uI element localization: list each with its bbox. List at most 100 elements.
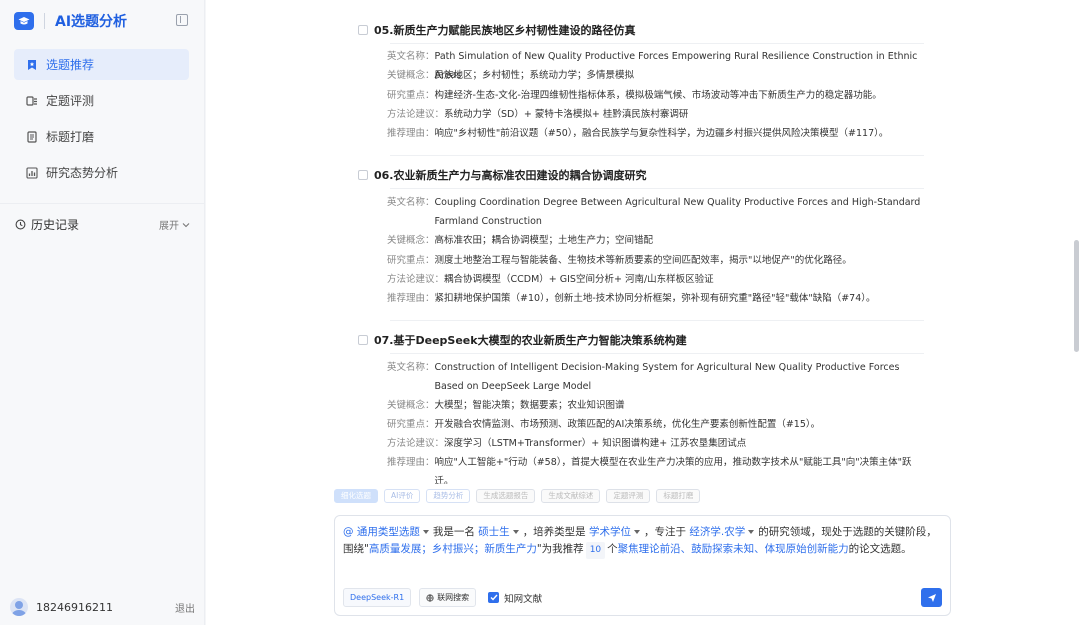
topic-title-text: 07.基于DeepSeek大模型的农业新质生产力智能决策系统构建 (374, 334, 687, 347)
sidebar-item-label: 定题评测 (46, 94, 95, 108)
field-methodology: 方法论建议： 深度学习（LSTM+Transformer）+ 知识图谱构建+ 江苏… (387, 434, 927, 453)
web-search-button[interactable]: 联网搜索 (419, 588, 477, 607)
collapse-sidebar-icon[interactable] (176, 14, 188, 26)
results-list[interactable]: 05.新质生产力赋能民族地区乡村韧性建设的路径仿真 英文名称： Path Simu… (206, 0, 1080, 484)
field-research-focus: 研究重点： 测度土地整治工程与智能装备、生物技术等新质要素的空间匹配效率，揭示"以… (387, 251, 927, 270)
caret-down-icon (422, 529, 429, 534)
prompt-composer[interactable]: @ 通用类型选题 我是一名 硕士生 ，培养类型是 学术学位 ，专注于 经济学.农学 的研… (334, 515, 951, 616)
evaluate-icon (26, 95, 38, 107)
list-item: 06.农业新质生产力与高标准农田建设的耦合协调度研究 英文名称： Coupling… (358, 167, 928, 321)
count-input[interactable]: 10 (585, 542, 606, 559)
field-value: 开发融合农情监测、市场预测、政策匹配的AI决策系统，优化生产要素创新性配置（#1… (434, 419, 821, 430)
field-label: 关键概念： (387, 235, 435, 246)
sidebar-item-label: 研究态势分析 (46, 166, 119, 180)
field-label: 方法论建议： (387, 109, 445, 120)
caret-down-icon (512, 529, 519, 534)
tag-generate-report[interactable]: 生成选题报告 (476, 489, 536, 503)
prompt-text[interactable]: @ 通用类型选题 我是一名 硕士生 ，培养类型是 学术学位 ，专注于 经济学.农学 的研… (343, 524, 943, 559)
sidebar-item-research-trend[interactable]: 研究态势分析 (14, 157, 189, 188)
field-label: 英文名称： (387, 362, 435, 373)
degree-select[interactable]: 硕士生 (478, 526, 510, 538)
history-label: 历史记录 (31, 218, 80, 232)
topic-checkbox[interactable] (358, 25, 368, 35)
globe-icon (426, 593, 434, 602)
field-value: 高标准农田；耦合协调模型；土地生产力；空间错配 (434, 235, 654, 246)
caret-down-icon (748, 529, 755, 534)
type-select[interactable]: @ 通用类型选题 (343, 526, 420, 538)
field-methodology: 方法论建议： 耦合协调模型（CCDM）+ GIS空间分析+ 河南/山东样板区验证 (387, 270, 927, 289)
field-label: 方法论建议： (387, 274, 445, 285)
user-info[interactable]: 18246916211 (10, 598, 113, 616)
tag-topic-evaluate[interactable]: 定题评测 (606, 489, 651, 503)
model-select-button[interactable]: DeepSeek-R1 (343, 588, 412, 607)
history-header: 历史记录 (15, 216, 79, 233)
sidebar-item-label: 标题打磨 (46, 130, 95, 144)
history-section[interactable]: 历史记录 展开 (15, 216, 190, 233)
topic-title: 06.农业新质生产力与高标准农田建设的耦合协调度研究 (358, 167, 928, 183)
field-methodology: 方法论建议： 系统动力学（SD）+ 蒙特卡洛模拟+ 桂黔滇民族村寨调研 (387, 105, 927, 124)
knowledge-label: 知网文献 (504, 593, 543, 605)
topic-checkbox[interactable] (358, 170, 368, 180)
field-value: 测度土地整治工程与智能装备、生物技术等新质要素的空间匹配效率，揭示"以地促产"的… (434, 255, 852, 266)
topic-title: 07.基于DeepSeek大模型的农业新质生产力智能决策系统构建 (358, 332, 928, 348)
topic-checkbox[interactable] (358, 335, 368, 345)
prompt-static: 的论文选题。 (848, 543, 912, 555)
keywords-input[interactable]: 高质量发展；乡村振兴；新质生产力 (369, 543, 537, 555)
knowledge-toggle[interactable]: 知网文献 (488, 591, 542, 605)
train-type-select[interactable]: 学术学位 (589, 526, 631, 538)
logout-button[interactable]: 退出 (175, 600, 195, 615)
field-label: 推荐理由： (387, 457, 435, 468)
field-value: 大模型；智能决策；数据要素；农业知识图谱 (434, 400, 625, 411)
field-label: 推荐理由： (387, 293, 435, 304)
checkbox-checked-icon[interactable] (488, 592, 500, 603)
prompt-static: 个 (607, 543, 618, 555)
field-value: 构建经济-生态-文化-治理四维韧性指标体系，模拟极端气候、市场波动等冲击下新质生… (434, 90, 882, 101)
bookmark-star-icon (26, 59, 38, 71)
sidebar-item-label: 选题推荐 (46, 58, 95, 72)
field-recommend-reason: 推荐理由： 响应"人工智能+"行动（#58），首提大模型在农业生产力决策的应用，推… (387, 453, 927, 484)
chevron-down-icon (182, 222, 190, 228)
topic-title-text: 05.新质生产力赋能民族地区乡村韧性建设的路径仿真 (374, 24, 636, 37)
history-expand-toggle[interactable]: 展开 (159, 217, 190, 232)
sidebar-nav: 选题推荐 定题评测 标题打磨 研究态势分析 (14, 49, 189, 193)
send-icon (927, 593, 936, 602)
main-panel: 05.新质生产力赋能民族地区乡村韧性建设的路径仿真 英文名称： Path Simu… (206, 0, 1080, 625)
topic-title: 05.新质生产力赋能民族地区乡村韧性建设的路径仿真 (358, 22, 928, 38)
tag-trend-analysis[interactable]: 趋势分析 (426, 489, 471, 503)
prompt-static: ，培养类型是 (522, 526, 586, 538)
field-research-focus: 研究重点： 开发融合农情监测、市场预测、政策匹配的AI决策系统，优化生产要素创新性… (387, 415, 927, 434)
clock-icon (15, 219, 26, 230)
field-english-name: 英文名称： Coupling Coordination Degree Betwee… (387, 193, 927, 231)
list-item: 07.基于DeepSeek大模型的农业新质生产力智能决策系统构建 英文名称： Co… (358, 332, 928, 484)
topic-title-text: 06.农业新质生产力与高标准农田建设的耦合协调度研究 (374, 169, 647, 182)
tag-title-polish[interactable]: 标题打磨 (656, 489, 701, 503)
sidebar-item-title-polish[interactable]: 标题打磨 (14, 121, 189, 152)
avatar (10, 598, 28, 616)
field-recommend-reason: 推荐理由： 响应"乡村韧性"前沿议题（#50），融合民族学与复杂性科学，为边疆乡村… (387, 124, 927, 143)
field-value: Construction of Intelligent Decision-Mak… (434, 362, 900, 392)
graduation-cap-icon (14, 12, 34, 30)
app-title: AI选题分析 (55, 14, 128, 30)
tag-refine-topic[interactable]: 细化选题 (334, 489, 378, 503)
field-label: 英文名称： (387, 197, 435, 208)
field-label: 方法论建议： (387, 438, 445, 449)
field-value: 耦合协调模型（CCDM）+ GIS空间分析+ 河南/山东样板区验证 (444, 274, 714, 285)
sidebar-item-topic-recommend[interactable]: 选题推荐 (14, 49, 189, 80)
direction-input[interactable]: 聚焦理论前沿、鼓励探索未知、体现原始创新能力 (618, 543, 849, 555)
field-recommend-reason: 推荐理由： 紧扣耕地保护国策（#10），创新土地-技术协同分析框架，弥补现有研究重… (387, 289, 927, 308)
prompt-static: 我是一名 (432, 526, 475, 538)
field-value: 民族地区；乡村韧性；系统动力学；多情景模拟 (434, 70, 635, 81)
field-value: 响应"乡村韧性"前沿议题（#50），融合民族学与复杂性科学，为边疆乡村振兴提供风… (434, 128, 889, 139)
tag-generate-review[interactable]: 生成文献综述 (541, 489, 601, 503)
divider (390, 353, 924, 354)
scrollbar-thumb[interactable] (1074, 240, 1079, 352)
send-button[interactable] (921, 588, 942, 607)
prompt-static: "为我推荐 (536, 543, 584, 555)
list-item: 05.新质生产力赋能民族地区乡村韧性建设的路径仿真 英文名称： Path Simu… (358, 22, 928, 156)
quick-actions: 细化选题 AI评价 趋势分析 生成选题报告 生成文献综述 定题评测 标题打磨 (334, 489, 701, 503)
sidebar-item-topic-evaluate[interactable]: 定题评测 (14, 85, 189, 116)
tag-ai-evaluate[interactable]: AI评价 (384, 489, 421, 503)
field-key-concepts: 关键概念： 大模型；智能决策；数据要素；农业知识图谱 (387, 396, 927, 415)
field-label: 关键概念： (387, 70, 435, 81)
field-select[interactable]: 经济学.农学 (689, 526, 745, 538)
